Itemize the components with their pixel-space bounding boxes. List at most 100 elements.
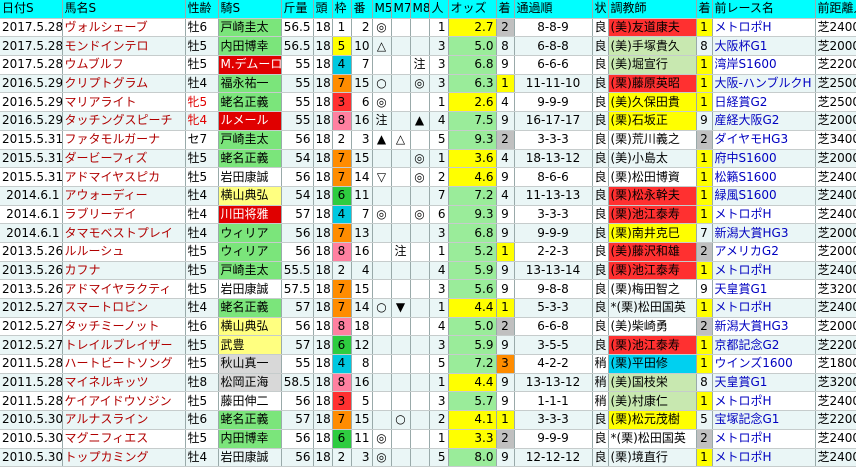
table-row[interactable]: 2013.5.26 カフナ 牡5 戸崎圭太 55.5 18 2 4 4 5.9 9 13-13-14 良…	[0, 261, 856, 281]
table-row[interactable]: 2016.5.29 クリプトグラム 牡4 福永祐一 55 18 7 15 ○ ◎ 3 6.3 1 11-1…	[0, 74, 856, 94]
cell-m8	[410, 448, 430, 467]
cell-prev-race: 緑風S1600	[712, 186, 816, 206]
cell-m7	[391, 74, 411, 94]
cell-date: 2016.5.29	[0, 74, 63, 94]
cell-weight: 54	[281, 186, 314, 206]
cell-prev-finish: 9	[696, 279, 713, 299]
table-row[interactable]: 2010.5.30 アルナスライン 牡6 蛯名正義 57 18 7 15 ○ 2 4.1 1 3-3-3…	[0, 410, 856, 430]
table-row[interactable]: 2015.5.31 ファタモルガーナ セ7 戸崎圭太 56 18 2 3 ▲ △ 5 9.3 2 3-3-…	[0, 130, 856, 150]
col-header-sex-age[interactable]: 性齢	[185, 0, 219, 19]
cell-passing: 11-13-13	[514, 186, 593, 206]
col-header-m7[interactable]: M7	[391, 0, 411, 19]
cell-m7	[391, 36, 411, 57]
cell-odds: 5.7	[448, 391, 497, 412]
cell-prev-distance: 芝2400	[815, 205, 856, 225]
table-row[interactable]: 2013.5.26 アドマイヤラクティ 牡5 岩田康誠 57.5 18 7 15 3 5.6 9 9-…	[0, 279, 856, 299]
cell-sex-age: 牡4	[185, 448, 219, 467]
col-header-weight[interactable]: 斤量	[281, 0, 314, 19]
col-header-prev-race[interactable]: 前レース名	[712, 0, 816, 19]
cell-number: 14	[351, 167, 373, 187]
cell-date: 2010.5.30	[0, 410, 63, 430]
table-row[interactable]: 2011.5.28 ケイアイドウソジン 牡5 藤田伸二 56 18 3 5 3 5.7 9 1-1-1…	[0, 391, 856, 412]
cell-runners: 18	[313, 111, 333, 131]
col-header-popularity[interactable]: 人	[429, 0, 449, 19]
col-header-horse[interactable]: 馬名S	[62, 0, 186, 19]
col-header-m5[interactable]: M5	[372, 0, 392, 19]
col-header-runners[interactable]: 頭	[313, 0, 333, 19]
cell-trainer: (栗)松永幹夫	[608, 186, 697, 206]
table-row[interactable]: 2012.5.27 タッチミーノット 牡6 横山典弘 56 18 8 18 4 5.0 2 6-6-8…	[0, 317, 856, 337]
cell-runners: 18	[313, 335, 333, 356]
cell-going: 良	[592, 130, 609, 150]
table-row[interactable]: 2010.5.30 マグニフィエス 牡5 内田博幸 56 18 6 11 ◎ 1 3.3 2 9-9-9…	[0, 429, 856, 449]
cell-m5	[372, 55, 392, 75]
cell-sex-age: セ7	[185, 130, 219, 150]
cell-prev-finish: 2	[696, 242, 713, 262]
results-table: 日付S 馬名S 性齢 騎S 斤量 頭 枠 番 M5 M7 M8 人 オッズ 着 …	[0, 0, 856, 467]
cell-prev-finish: 1	[696, 167, 713, 187]
cell-popularity: 1	[429, 18, 449, 38]
col-header-number[interactable]: 番	[351, 0, 373, 19]
cell-odds: 7.2	[448, 354, 497, 374]
table-row[interactable]: 2012.5.27 スマートロビン 牡4 蛯名正義 57 18 7 14 ○ ▼ 1 4.4 1 5-3-…	[0, 298, 856, 318]
cell-frame: 7	[332, 279, 352, 299]
cell-jockey: ルメール	[218, 111, 282, 131]
cell-sex-age: 牡5	[185, 354, 219, 374]
table-row[interactable]: 2011.5.28 ハートビートソング 牡5 秋山真一 55 18 4 8 5 7.2 3 4-2-2…	[0, 354, 856, 374]
table-row[interactable]: 2011.5.28 マイネルキッツ 牡8 松岡正海 58.5 18 8 16 1 4.4 9 13-1…	[0, 373, 856, 393]
cell-odds: 6.8	[448, 55, 497, 75]
table-row[interactable]: 2014.6.1 タマモベストプレイ 牡4 ウィリア 56 18 7 13 3 6.8 9 9-9-9…	[0, 223, 856, 243]
cell-frame: 4	[332, 205, 352, 225]
table-row[interactable]: 2015.5.31 アドマイヤスピカ 牡5 岩田康誠 56 18 7 14 ▽ ◎ 2 4.6 9 8-6…	[0, 167, 856, 187]
cell-sex-age: 牡5	[185, 279, 219, 299]
cell-prev-distance: 芝2400	[815, 429, 856, 449]
col-header-m8[interactable]: M8	[410, 0, 430, 19]
cell-prev-finish: 1	[696, 74, 713, 94]
cell-going: 良	[592, 298, 609, 318]
cell-prev-distance: 芝2500	[815, 92, 856, 113]
cell-prev-finish: 2	[696, 130, 713, 150]
table-row[interactable]: 2014.6.1 ラブリーデイ 牡4 川田将雅 57 18 4 7 ◎ ◎ 6 9.3 9 3-3-3 良(…	[0, 205, 856, 225]
col-header-date[interactable]: 日付S	[0, 0, 63, 19]
cell-m8	[410, 18, 430, 38]
col-header-going[interactable]: 状	[592, 0, 609, 19]
col-header-prev-finish[interactable]: 着	[696, 0, 713, 19]
cell-prev-distance: 芝2500	[815, 74, 856, 94]
table-row[interactable]: 2016.5.29 マリアライト 牝5 蛯名正義 55 18 3 6 ◎ 1 2.6 4 9-9-9 良(…	[0, 92, 856, 113]
cell-prev-finish: 1	[696, 186, 713, 206]
table-row[interactable]: 2014.6.1 アウォーディー 牡4 横山典弘 54 18 6 11 7 7.2 4 11-13-1…	[0, 186, 856, 206]
cell-m8: 注	[410, 55, 430, 75]
col-header-trainer[interactable]: 調教師	[608, 0, 697, 19]
cell-horse: マリアライト	[62, 92, 186, 113]
col-header-jockey[interactable]: 騎S	[218, 0, 282, 19]
cell-popularity: 3	[429, 279, 449, 299]
table-row[interactable]: 2016.5.29 タッチングスピーチ 牝4 ルメール 55 18 8 16 注 ▲ 4 7.5 9 16…	[0, 111, 856, 131]
table-row[interactable]: 2017.5.28 モンドインテロ 牡5 内田博幸 56.5 18 5 10 △ 3 5.0 8 6-8…	[0, 36, 856, 57]
cell-m7: △	[391, 130, 411, 150]
cell-frame: 2	[332, 448, 352, 467]
col-header-odds[interactable]: オッズ	[448, 0, 497, 19]
table-row[interactable]: 2015.5.31 ダービーフィズ 牡5 蛯名正義 54 18 7 15 ◎ 1 3.6 4 18-13…	[0, 149, 856, 169]
table-row[interactable]: 2010.5.30 トップカミング 牡4 岩田康誠 56 18 2 3 ◎ 5 8.0 9 12-12-…	[0, 448, 856, 467]
table-row[interactable]: 2017.5.28 ヴォルシェーブ 牡6 戸崎圭太 56.5 18 1 2 ◎ 1 2.7 2 8-8-…	[0, 18, 856, 38]
cell-finish: 2	[496, 18, 515, 38]
cell-m8	[410, 130, 430, 150]
cell-weight: 56	[281, 223, 314, 243]
cell-number: 5	[351, 391, 373, 412]
col-header-passing[interactable]: 通過順	[514, 0, 593, 19]
cell-horse: ダービーフィズ	[62, 149, 186, 169]
cell-frame: 8	[332, 373, 352, 393]
table-row[interactable]: 2017.5.28 ウムブルフ 牡5 M.デムーロ 55 18 4 7 注 3 6.8 9 6-6-6 良…	[0, 55, 856, 75]
col-header-finish[interactable]: 着	[496, 0, 515, 19]
table-row[interactable]: 2012.5.27 トレイルブレイザー 牡5 武豊 57 18 6 12 3 5.9 9 3-5-5 良…	[0, 335, 856, 356]
col-header-prev-distance[interactable]: 前距離人	[815, 0, 856, 19]
cell-jockey: 松岡正海	[218, 373, 282, 393]
cell-going: 良	[592, 18, 609, 38]
table-row[interactable]: 2013.5.26 ルルーシュ 牡5 ウィリア 56 18 8 16 注 1 5.2 1 2-2-3 良(…	[0, 242, 856, 262]
cell-jockey: 武豊	[218, 335, 282, 356]
cell-jockey: 川田将雅	[218, 205, 282, 225]
cell-m5: 注	[372, 111, 392, 131]
col-header-frame[interactable]: 枠	[332, 0, 352, 19]
cell-m7: 注	[391, 242, 411, 262]
cell-prev-race: メトロポH	[712, 298, 816, 318]
